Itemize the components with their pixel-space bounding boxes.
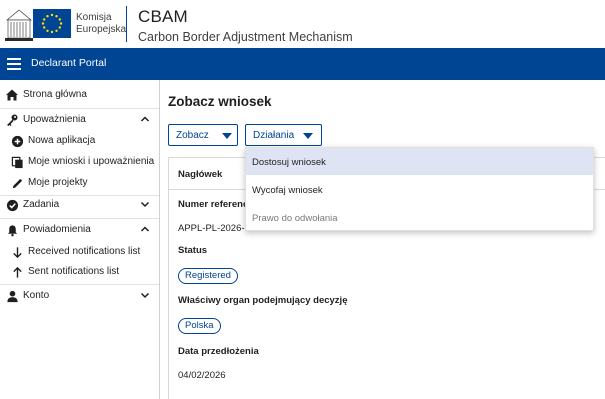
chevron-down-icon[interactable]: [140, 199, 150, 209]
ec-org-line2: Europejska: [76, 24, 127, 35]
header-divider: [126, 6, 127, 42]
sidebar-item-my-applications[interactable]: Moje wnioski i upoważnienia: [0, 152, 159, 172]
site-subtitle: Carbon Border Adjustment Mechanism: [138, 30, 353, 44]
sidebar-divider: [0, 284, 159, 285]
menu-item-right-to-appeal: Prawo do odwołania: [246, 204, 593, 231]
chevron-down-icon[interactable]: [140, 290, 150, 300]
user-icon: [5, 289, 19, 303]
main-content: Zobacz wniosek Zobacz Działania Nagłówek…: [161, 80, 605, 399]
sidebar-item-home[interactable]: Strona główna: [0, 85, 159, 105]
chevron-up-icon[interactable]: [140, 224, 150, 234]
actions-dropdown-menu: Dostosuj wniosek Wycofaj wniosek Prawo d…: [245, 147, 594, 231]
hamburger-menu-icon[interactable]: [7, 58, 21, 70]
sidebar-item-account[interactable]: Konto: [0, 286, 159, 306]
sidebar-item-label: Powiadomienia: [23, 224, 91, 235]
sidebar-item-new-application[interactable]: Nowa aplikacja: [0, 131, 159, 151]
page-title: Zobacz wniosek: [168, 94, 272, 109]
sidebar-item-sent-notifications[interactable]: Sent notifications list: [0, 262, 159, 282]
competent-authority-label: Właściwy organ podejmujący decyzję: [178, 295, 348, 306]
key-icon: [5, 113, 19, 127]
status-badge: Registered: [178, 268, 238, 284]
submission-date-label: Data przedłożenia: [178, 346, 259, 357]
actions-dropdown-button[interactable]: Działania: [245, 124, 322, 146]
submission-date-value: 04/02/2026: [178, 370, 226, 381]
caret-down-icon: [222, 133, 232, 139]
sidebar-item-label: Zadania: [23, 199, 60, 210]
portal-navbar: Declarant Portal: [0, 48, 605, 80]
site-header: Komisja Europejska CBAM Carbon Border Ad…: [0, 0, 605, 48]
sidebar-item-label: Nowa aplikacja: [28, 135, 96, 146]
european-commission-logo[interactable]: Komisja Europejska: [5, 6, 126, 42]
actions-button-label: Działania: [253, 130, 295, 141]
ec-org-name: Komisja Europejska: [76, 12, 126, 36]
caret-down-icon: [303, 133, 313, 139]
arrow-up-icon: [10, 265, 24, 279]
sidebar-item-label: Moje projekty: [28, 177, 88, 188]
sidebar-item-label: Konto: [23, 290, 50, 301]
sidebar-item-tasks[interactable]: Zadania: [0, 195, 159, 215]
sidebar-item-label: Strona główna: [23, 89, 87, 100]
menu-item-withdraw-application[interactable]: Wycofaj wniosek: [246, 176, 593, 203]
sidebar-item-my-drafts[interactable]: Moje projekty: [0, 173, 159, 193]
sidebar-divider: [0, 218, 159, 219]
menu-item-label: Prawo do odwołania: [252, 213, 338, 224]
site-name[interactable]: CBAM: [138, 7, 188, 27]
portal-title[interactable]: Declarant Portal: [31, 57, 106, 69]
sidebar-item-label: Sent notifications list: [28, 266, 120, 277]
plus-circle-icon: [10, 134, 24, 148]
menu-item-label: Dostosuj wniosek: [252, 157, 326, 168]
card-header-title: Nagłówek: [178, 169, 223, 180]
eu-flag-icon: [33, 9, 71, 38]
menu-item-adjust-application[interactable]: Dostosuj wniosek: [246, 148, 593, 175]
sidebar-item-authorisations[interactable]: Upoważnienia: [0, 110, 159, 130]
sidebar-item-notifications[interactable]: Powiadomienia: [0, 220, 159, 240]
sidebar-item-label: Moje wnioski i upoważnienia: [28, 156, 155, 167]
arrow-down-icon: [10, 245, 24, 259]
chevron-up-icon[interactable]: [140, 114, 150, 124]
status-label: Status: [178, 245, 208, 256]
bell-icon: [5, 223, 19, 237]
ec-org-line1: Komisja: [76, 12, 112, 23]
menu-item-label: Wycofaj wniosek: [252, 185, 323, 196]
reference-number-value: APPL-PL-2026-N: [178, 223, 252, 234]
sidebar-item-label: Upoważnienia: [23, 114, 86, 125]
competent-authority-badge: Polska: [178, 318, 221, 334]
pencil-icon: [10, 176, 24, 190]
sidebar-item-label: Received notifications list: [28, 246, 141, 257]
check-circle-icon: [5, 198, 19, 212]
view-button-label: Zobacz: [176, 130, 209, 141]
sidebar: Strona główna Upoważnienia Nowa aplikacj…: [0, 80, 160, 399]
view-dropdown-button[interactable]: Zobacz: [168, 124, 238, 146]
copy-icon: [10, 155, 24, 169]
home-icon: [5, 88, 19, 102]
sidebar-item-received-notifications[interactable]: Received notifications list: [0, 242, 159, 262]
sidebar-divider: [0, 108, 159, 109]
